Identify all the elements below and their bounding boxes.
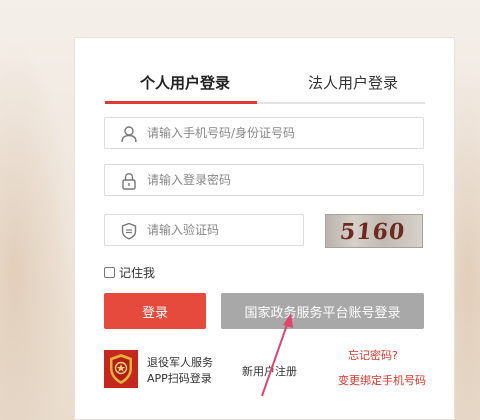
captcha-image[interactable]: 5160 [325,214,423,248]
remember-me[interactable]: 记住我 [104,264,155,281]
new-user-register-link[interactable]: 新用户注册 [242,363,297,379]
user-icon [121,126,137,143]
app-text-line2: APP扫码登录 [147,372,212,385]
app-emblem-icon[interactable] [104,350,138,388]
background-decoration-left [0,40,75,420]
captcha-text: 5160 [338,219,407,245]
tab-legal-login[interactable]: 法人用户登录 [308,72,398,93]
shield-icon [121,222,137,240]
password-input[interactable] [147,165,417,195]
captcha-input[interactable] [147,215,297,245]
change-phone-link[interactable]: 变更绑定手机号码 [338,372,426,388]
tab-personal-login[interactable]: 个人用户登录 [140,72,230,93]
account-field[interactable] [104,117,424,149]
forgot-password-link[interactable]: 忘记密码? [348,347,398,363]
login-panel: 个人用户登录 法人用户登录 5160 记住我 登录 国家政务服务平台 [74,37,455,420]
gov-platform-login-button[interactable]: 国家政务服务平台账号登录 [221,293,424,329]
lock-icon [122,173,136,190]
login-button[interactable]: 登录 [104,293,206,329]
remember-checkbox[interactable] [104,267,115,278]
login-tabs: 个人用户登录 法人用户登录 [105,68,425,104]
account-input[interactable] [147,118,417,148]
app-scan-login-text[interactable]: 退役军人服务 APP扫码登录 [147,355,213,387]
password-field[interactable] [104,164,424,196]
active-tab-indicator [105,101,257,104]
remember-label: 记住我 [119,266,156,280]
captcha-field[interactable] [104,214,304,246]
app-text-line1: 退役军人服务 [147,356,213,369]
